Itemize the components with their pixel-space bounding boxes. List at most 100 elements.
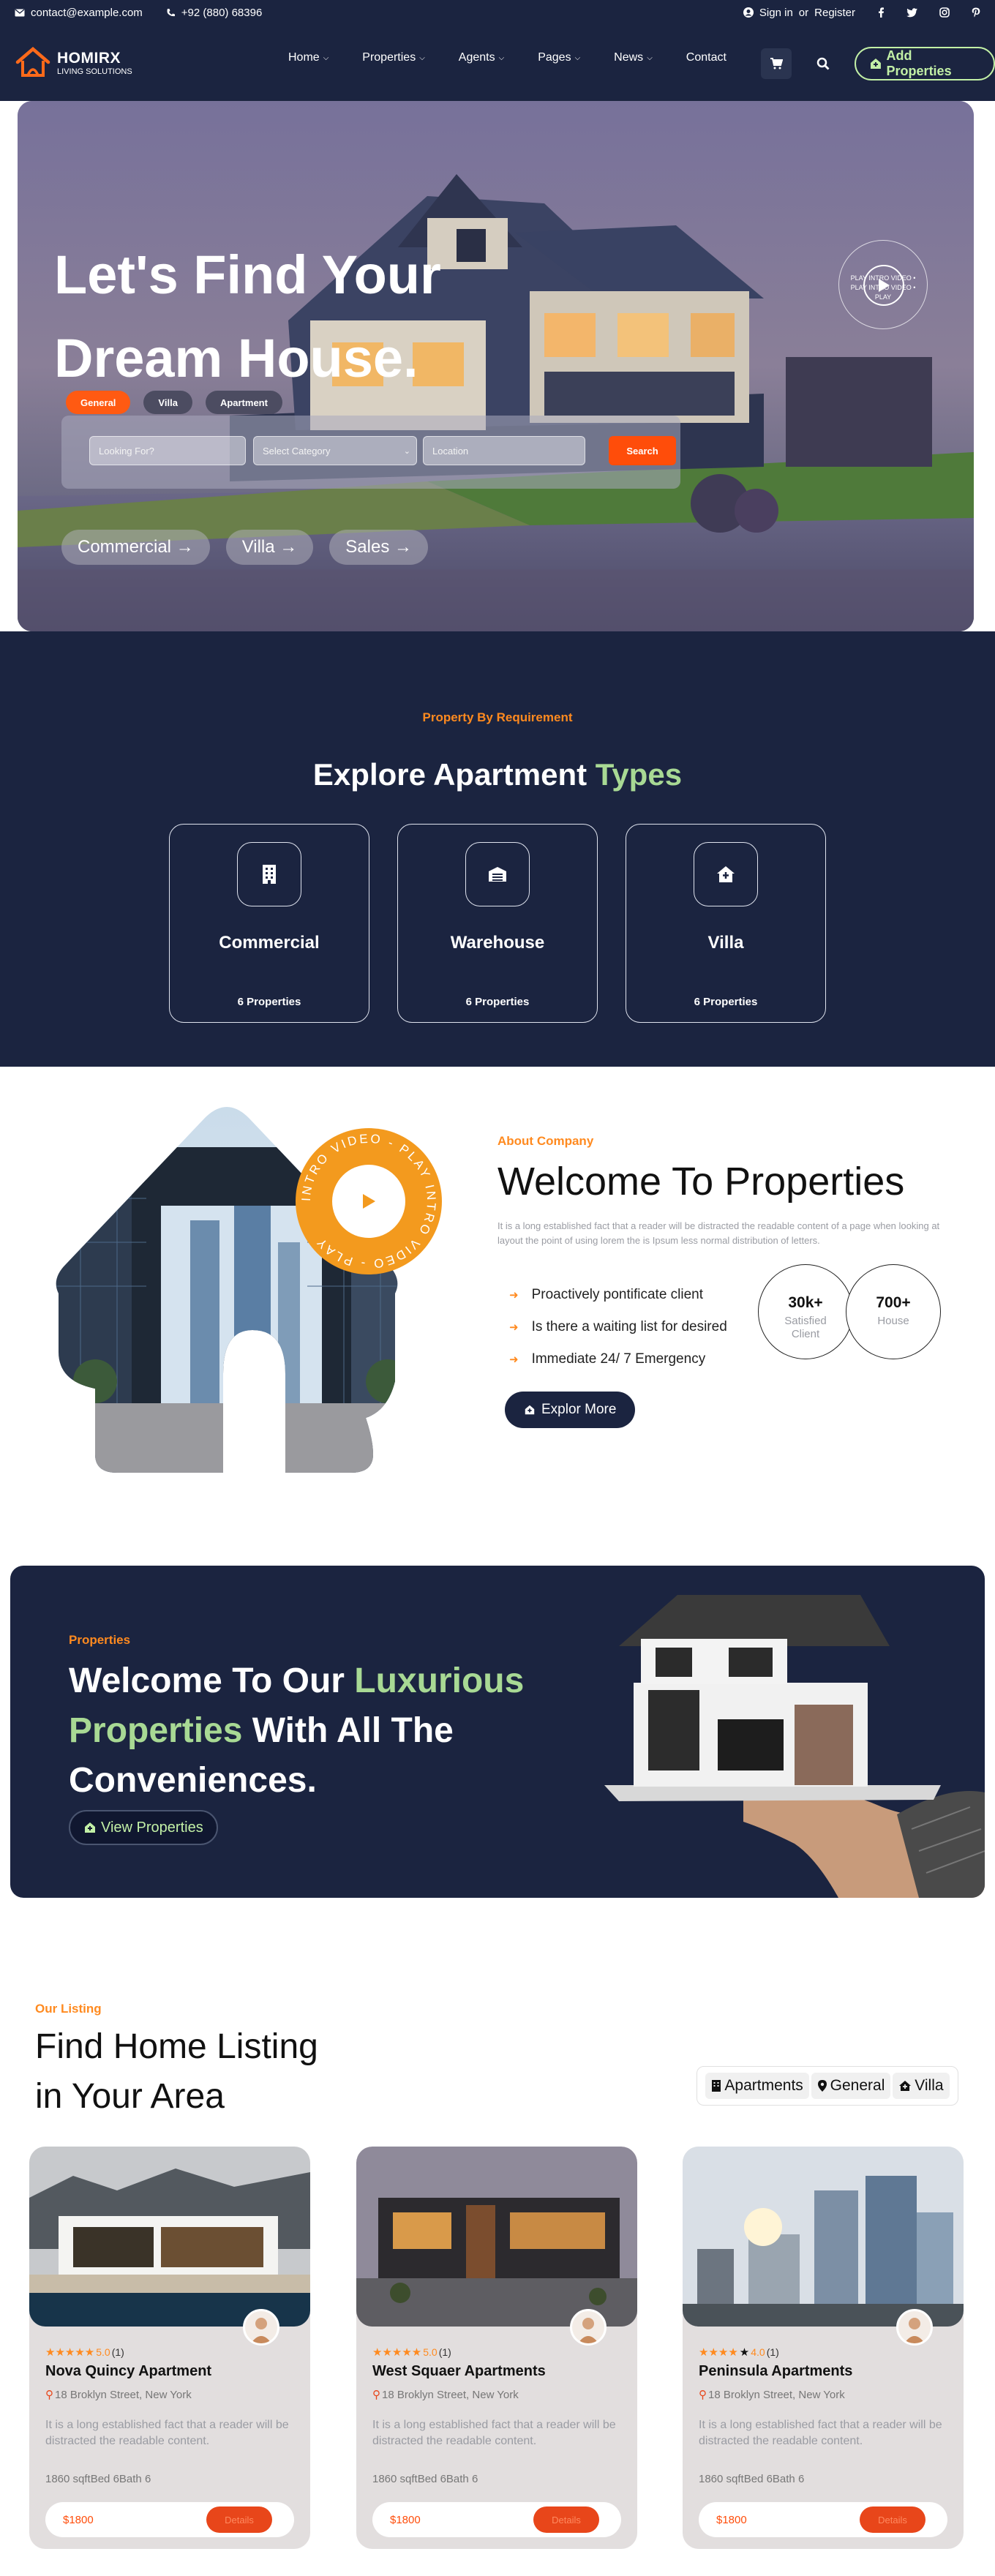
pill-sales[interactable]: Sales → xyxy=(329,530,428,565)
type-name: Commercial xyxy=(219,933,320,953)
property-photo xyxy=(29,2147,310,2327)
property-card[interactable]: ★★★★ ★ 4.0 (1) Peninsula Apartments ⚲ 18 Bro… xyxy=(683,2147,964,2549)
building-icon xyxy=(712,2080,721,2092)
map-pin-icon: ⚲ xyxy=(372,2389,380,2401)
location-input[interactable]: Location xyxy=(423,436,585,465)
view-properties-button[interactable]: View Properties xyxy=(69,1810,218,1845)
agent-avatar[interactable] xyxy=(896,2309,933,2346)
nav-home-label: Home xyxy=(288,51,320,64)
address-text: 18 Broklyn Street, New York xyxy=(55,2388,192,2401)
type-card-villa[interactable]: Villa 6 Properties xyxy=(626,824,826,1023)
tab-villa[interactable]: Villa xyxy=(143,391,192,414)
property-photo xyxy=(356,2147,637,2327)
property-specs: 1860 sqftBed 6Bath 6 xyxy=(699,2473,805,2485)
filter-general[interactable]: General xyxy=(811,2073,891,2099)
brand-logo[interactable]: HOMIRX LIVING SOLUTIONS xyxy=(15,46,132,80)
nav-pages[interactable]: Pages ⌵ xyxy=(538,51,580,64)
tab-apartment[interactable]: Apartment xyxy=(205,391,282,414)
search-panel: Looking For? Select Category ⌄ Location … xyxy=(61,416,680,489)
type-card-warehouse[interactable]: Warehouse 6 Properties xyxy=(397,824,598,1023)
rating-row: ★★★★ ★ 4.0 (1) xyxy=(699,2346,779,2359)
property-name[interactable]: West Squaer Apartments xyxy=(372,2363,546,2380)
details-button[interactable]: Details xyxy=(206,2506,272,2533)
property-name[interactable]: Nova Quincy Apartment xyxy=(45,2363,211,2380)
twitter-icon[interactable] xyxy=(906,7,917,18)
type-icon-box xyxy=(237,842,301,906)
chevron-down-icon: ⌄ xyxy=(403,446,410,456)
category-select[interactable]: Select Category ⌄ xyxy=(253,436,417,465)
contact-email[interactable]: contact@example.com xyxy=(15,7,143,19)
tab-general[interactable]: General xyxy=(66,391,131,414)
pill-commercial[interactable]: Commercial → xyxy=(61,530,210,565)
review-count: (1) xyxy=(111,2346,124,2358)
filter-villa[interactable]: Villa xyxy=(893,2073,950,2099)
agent-avatar[interactable] xyxy=(570,2309,607,2346)
property-card[interactable]: ★★★★★ 5.0 (1) Nova Quincy Apartment ⚲ 18 Br… xyxy=(29,2147,310,2549)
property-card[interactable]: ★★★★★ 5.0 (1) West Squaer Apartments ⚲ 18 B… xyxy=(356,2147,637,2549)
search-icon xyxy=(816,57,830,70)
listing-title: Find Home Listing in Your Area xyxy=(35,2022,318,2122)
property-price: $1800 xyxy=(716,2514,747,2526)
filter-apartments[interactable]: Apartments xyxy=(705,2073,809,2099)
address-text: 18 Broklyn Street, New York xyxy=(382,2388,519,2401)
stat-value: 30k+ xyxy=(788,1294,823,1311)
hero-banner: Let's Find Your Dream House. PLAY INTRO … xyxy=(18,101,974,631)
type-card-commercial[interactable]: Commercial 6 Properties xyxy=(169,824,369,1023)
type-count: 6 Properties xyxy=(237,996,301,1008)
about-description: It is a long established fact that a rea… xyxy=(497,1220,940,1246)
about-section: INTRO VIDEO - PLAY INTRO VIDEO - PLAY Ab… xyxy=(0,1067,995,1566)
property-price: $1800 xyxy=(63,2514,94,2526)
lux-title-part1: Welcome To Our xyxy=(69,1661,355,1700)
hero-title: Let's Find Your Dream House. xyxy=(54,227,441,395)
search-submit-button[interactable]: Search xyxy=(609,436,676,465)
star-rating-icon: ★★★★★ xyxy=(45,2346,95,2359)
apartment-types-section: Property By Requirement Explore Apartmen… xyxy=(0,631,995,1067)
signin-link[interactable]: Sign in xyxy=(759,7,793,19)
stat-label: Satisfied Client xyxy=(784,1315,827,1340)
nav-contact[interactable]: Contact xyxy=(686,51,726,64)
house-on-hand-image xyxy=(604,1595,985,1898)
property-description: It is a long established fact that a rea… xyxy=(699,2419,942,2447)
nav-news[interactable]: News ⌵ xyxy=(614,51,653,64)
nav-properties-label: Properties xyxy=(362,51,416,64)
house-logo-icon xyxy=(15,47,50,77)
feature-item: ➜ Is there a waiting list for desired xyxy=(509,1311,727,1343)
map-pin-icon: ⚲ xyxy=(699,2389,707,2401)
feature-text: Is there a waiting list for desired xyxy=(531,1319,727,1334)
details-button[interactable]: Details xyxy=(860,2506,925,2533)
agent-photo xyxy=(898,2311,931,2343)
rating-value: 4.0 xyxy=(751,2346,765,2358)
contact-phone[interactable]: +92 (880) 68396 xyxy=(166,7,262,19)
nav-agents[interactable]: Agents ⌵ xyxy=(459,51,504,64)
details-button[interactable]: Details xyxy=(533,2506,599,2533)
feature-item: ➜ Proactively pontificate client xyxy=(509,1279,727,1311)
search-button[interactable] xyxy=(808,48,838,79)
listing-title-line2: in Your Area xyxy=(35,2077,225,2116)
types-title: Explore Apartment Types xyxy=(0,757,995,792)
star-rating-icon: ★★★★ xyxy=(699,2346,738,2359)
listing-filter-bar: Apartments General Villa xyxy=(696,2066,958,2106)
nav-home[interactable]: Home ⌵ xyxy=(288,51,328,64)
home-plus-icon xyxy=(85,1822,95,1833)
pinterest-icon[interactable] xyxy=(972,7,980,18)
price-row: $1800 Details xyxy=(372,2502,621,2537)
agent-avatar[interactable] xyxy=(243,2309,279,2346)
building-icon xyxy=(263,865,276,884)
explore-more-button[interactable]: Explor More xyxy=(505,1392,636,1428)
property-address: ⚲ 18 Broklyn Street, New York xyxy=(45,2388,192,2402)
cart-button[interactable] xyxy=(761,48,792,79)
facebook-icon[interactable] xyxy=(877,7,885,18)
looking-for-input[interactable]: Looking For? xyxy=(89,436,246,465)
filter-villa-label: Villa xyxy=(915,2077,944,2094)
add-properties-button[interactable]: Add Properties xyxy=(854,47,995,80)
intro-video-badge[interactable]: INTRO VIDEO - PLAY INTRO VIDEO - PLAY xyxy=(296,1128,442,1274)
register-link[interactable]: Register xyxy=(814,7,855,19)
arrow-right-icon: ➜ xyxy=(509,1289,519,1302)
play-button[interactable] xyxy=(863,265,904,306)
property-name[interactable]: Peninsula Apartments xyxy=(699,2363,852,2380)
nav-properties[interactable]: Properties ⌵ xyxy=(362,51,425,64)
pill-villa[interactable]: Villa → xyxy=(225,530,314,565)
listing-title-line1: Find Home Listing xyxy=(35,2027,318,2066)
types-title-main: Explore Apartment xyxy=(312,757,596,792)
instagram-icon[interactable] xyxy=(939,7,950,18)
